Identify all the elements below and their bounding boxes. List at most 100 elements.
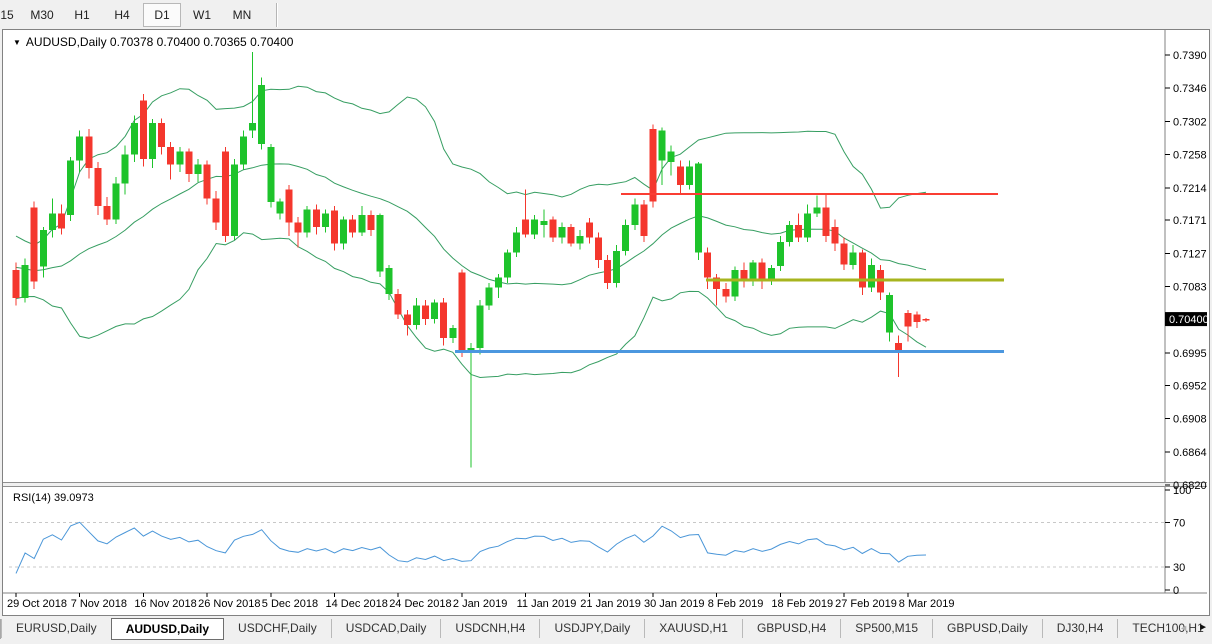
- toolbar-separator: [276, 3, 278, 27]
- date-axis-label: 7 Nov 2018: [71, 598, 127, 610]
- candle: [449, 325, 456, 343]
- chart-tab-gbpusd-daily[interactable]: GBPUSD,Daily: [932, 619, 1042, 638]
- candle: [504, 250, 511, 283]
- timeframe-button-h1[interactable]: H1: [63, 3, 101, 27]
- rsi-axis-label: 70: [1173, 518, 1185, 530]
- date-axis-label: 8 Feb 2019: [708, 598, 764, 610]
- timeframe-toolbar: M15M30H1H4D1W1MN: [0, 0, 1212, 29]
- price-axis-label: 0.73020: [1173, 116, 1207, 128]
- candle: [841, 238, 848, 270]
- candle: [222, 147, 229, 242]
- candle: [640, 200, 647, 242]
- candle: [704, 247, 711, 289]
- candle: [267, 144, 274, 207]
- candle: [176, 147, 183, 172]
- chart-title-text: AUDUSD,Daily 0.70378 0.70400 0.70365 0.7…: [26, 35, 294, 49]
- chart-tab-gbpusd-h4[interactable]: GBPUSD,H4: [742, 619, 840, 638]
- timeframe-button-m30[interactable]: M30: [23, 3, 61, 27]
- candle: [340, 217, 347, 250]
- price-axis-label: 0.71270: [1173, 248, 1207, 260]
- candle: [13, 263, 20, 306]
- candle: [195, 159, 202, 182]
- candle: [313, 204, 320, 234]
- date-axis-label: 11 Jan 2019: [517, 598, 577, 610]
- chart-tab-dj30-h4[interactable]: DJ30,H4: [1042, 619, 1118, 638]
- candle: [404, 310, 411, 336]
- candle: [549, 217, 556, 243]
- candle: [668, 146, 675, 176]
- candle: [659, 127, 666, 184]
- candle: [304, 206, 311, 238]
- candle: [895, 336, 902, 378]
- candle: [122, 146, 129, 195]
- chart-tab-bar: EURUSD,DailyAUDUSD,DailyUSDCHF,DailyUSDC…: [0, 616, 1212, 644]
- candle: [395, 289, 402, 319]
- price-axis-label: 0.71710: [1173, 215, 1207, 227]
- chart-tab-usdchf-daily[interactable]: USDCHF,Daily: [224, 619, 331, 638]
- candle: [731, 266, 738, 301]
- candle: [422, 300, 429, 325]
- candle: [595, 232, 602, 267]
- candle: [386, 265, 393, 300]
- timeframe-button-m15[interactable]: M15: [0, 3, 21, 27]
- candle: [231, 159, 238, 240]
- date-axis-label: 29 Oct 2018: [7, 598, 67, 610]
- price-axis-label: 0.70830: [1173, 282, 1207, 294]
- candle: [440, 298, 447, 346]
- chart-tab-xauusd-h1[interactable]: XAUUSD,H1: [644, 619, 742, 638]
- candle: [913, 312, 920, 329]
- chart-tab-eurusd-daily[interactable]: EURUSD,Daily: [1, 619, 111, 638]
- candle: [577, 230, 584, 250]
- candle: [413, 298, 420, 330]
- candle: [832, 220, 839, 252]
- candle: [276, 198, 283, 219]
- candle: [631, 198, 638, 230]
- candle: [22, 259, 29, 303]
- chart-tab-sp500-m15[interactable]: SP500,M15: [840, 619, 932, 638]
- date-axis-label: 8 Mar 2019: [899, 598, 955, 610]
- chart-tab-usdcad-daily[interactable]: USDCAD,Daily: [331, 619, 441, 638]
- candle: [759, 259, 766, 289]
- tab-scroll-left-icon[interactable]: ◄: [1179, 623, 1188, 633]
- candle: [786, 221, 793, 247]
- candle: [868, 259, 875, 292]
- candle: [213, 191, 220, 230]
- candle: [886, 293, 893, 342]
- candle: [258, 78, 265, 150]
- candle: [458, 269, 465, 357]
- tab-scroll-right-icon[interactable]: ►: [1198, 622, 1208, 633]
- price-axis-label: 0.69950: [1173, 348, 1207, 360]
- candle: [768, 265, 775, 285]
- timeframe-button-h4[interactable]: H4: [103, 3, 141, 27]
- candle: [604, 255, 611, 289]
- timeframe-button-mn[interactable]: MN: [223, 3, 261, 27]
- rsi-line: [16, 522, 926, 573]
- timeframe-button-d1[interactable]: D1: [143, 3, 181, 27]
- chart-title: ▼ AUDUSD,Daily 0.70378 0.70400 0.70365 0.…: [13, 35, 293, 49]
- candle: [923, 318, 930, 322]
- candle: [331, 206, 338, 251]
- candle: [76, 131, 83, 173]
- candle: [695, 162, 702, 260]
- candle: [804, 204, 811, 242]
- candle: [822, 195, 829, 243]
- chart-window[interactable]: ▼ AUDUSD,Daily 0.70378 0.70400 0.70365 0.…: [2, 29, 1210, 616]
- rsi-axis-label: 100: [1173, 485, 1191, 497]
- chart-tab-usdjpy-daily[interactable]: USDJPY,Daily: [539, 619, 644, 638]
- timeframe-button-w1[interactable]: W1: [183, 3, 221, 27]
- chart-tab-audusd-daily[interactable]: AUDUSD,Daily: [111, 618, 224, 640]
- pane-splitter[interactable]: [3, 483, 1207, 486]
- candle: [58, 204, 65, 234]
- candle: [522, 189, 529, 237]
- symbol-dropdown-icon[interactable]: ▼: [13, 38, 21, 47]
- candle: [513, 227, 520, 257]
- chart-tab-usdcnh-h4[interactable]: USDCNH,H4: [440, 619, 539, 638]
- candle: [850, 245, 857, 269]
- date-axis-label: 18 Feb 2019: [771, 598, 833, 610]
- candle: [495, 274, 502, 298]
- candle: [477, 300, 484, 354]
- candle: [113, 177, 120, 224]
- candle: [149, 119, 156, 168]
- date-axis-label: 24 Dec 2018: [389, 598, 451, 610]
- chart-canvas[interactable]: 0.739000.734600.730200.725800.721400.717…: [3, 30, 1207, 613]
